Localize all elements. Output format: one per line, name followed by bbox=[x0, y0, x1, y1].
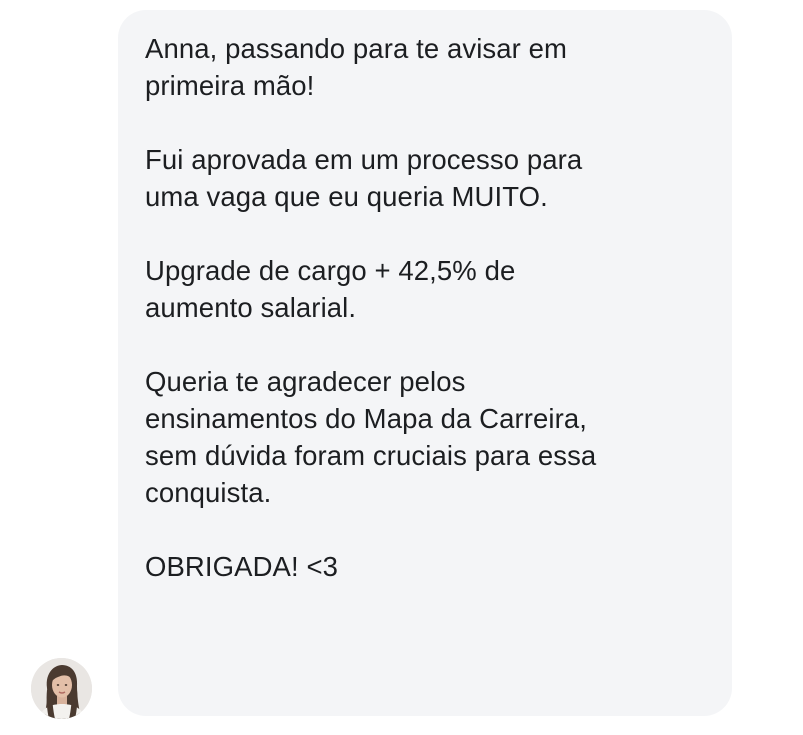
avatar-photo-icon bbox=[31, 658, 92, 719]
message-paragraph-1: Anna, passando para te avisar em primeir… bbox=[145, 33, 568, 101]
message-paragraph-2: Fui aprovada em um processo para uma vag… bbox=[145, 144, 583, 212]
message-paragraph-4: Queria te agradecer pelos ensinamentos d… bbox=[145, 366, 597, 508]
message-paragraph-3: Upgrade de cargo + 42,5% de aumento sala… bbox=[145, 255, 516, 323]
message-paragraph-5: OBRIGADA! <3 bbox=[145, 551, 339, 582]
sender-avatar[interactable] bbox=[31, 658, 92, 719]
message-bubble[interactable]: Anna, passando para te avisar em primeir… bbox=[118, 10, 732, 716]
